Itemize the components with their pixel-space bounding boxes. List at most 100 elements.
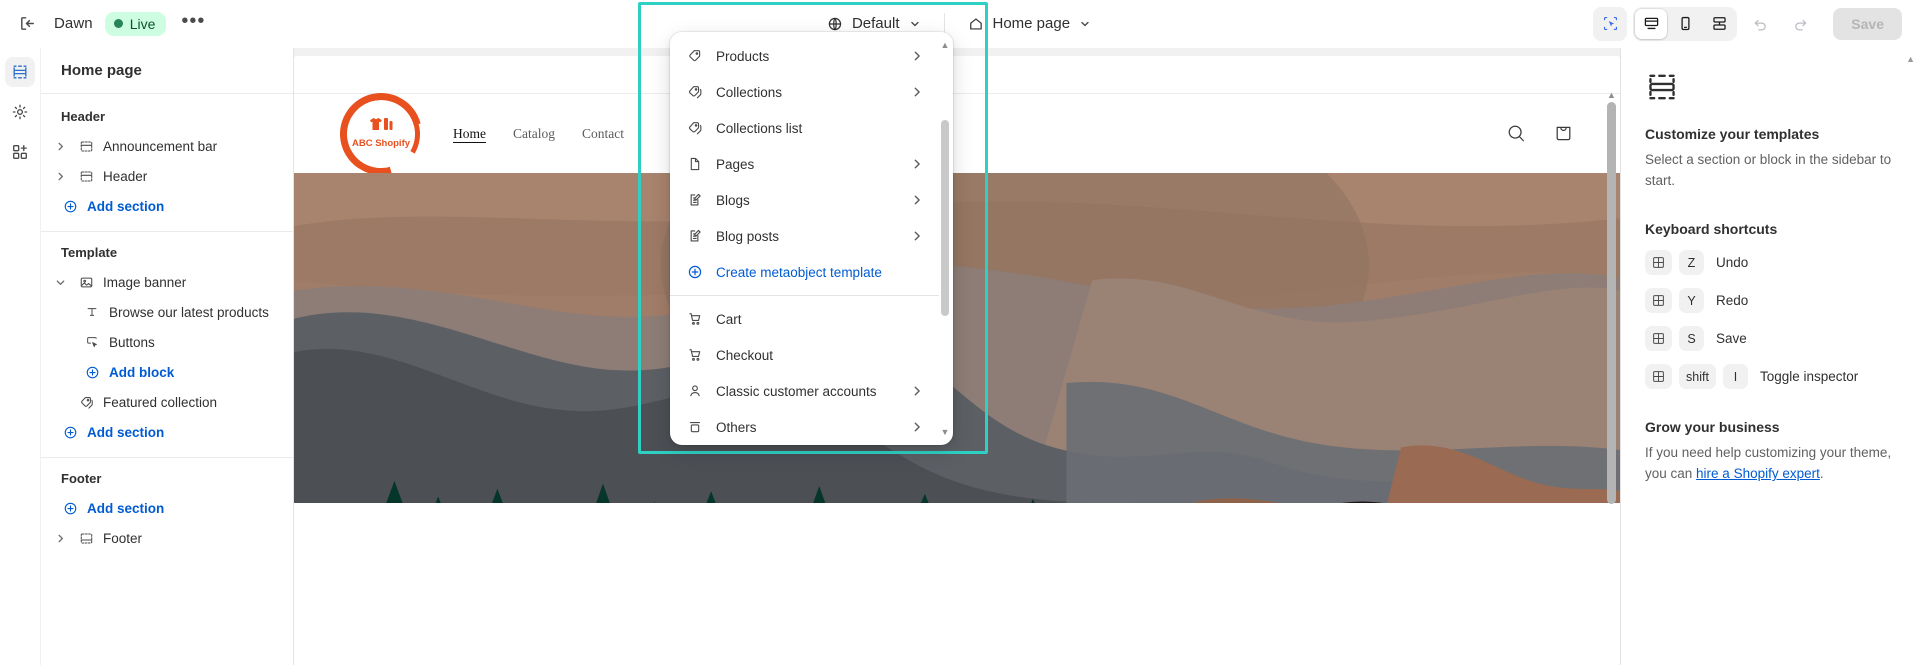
shortcut-key: I bbox=[1722, 364, 1748, 389]
page-selector-label: Home page bbox=[992, 15, 1071, 32]
plus-circle-icon bbox=[686, 264, 703, 280]
tree-row[interactable]: Header bbox=[49, 161, 285, 191]
store-nav-home[interactable]: Home bbox=[453, 126, 486, 142]
menu-item-label: Checkout bbox=[716, 347, 774, 363]
settings-gear-icon[interactable] bbox=[5, 97, 35, 127]
tree-row[interactable]: Announcement bar bbox=[49, 131, 285, 161]
more-options-button[interactable]: ••• bbox=[176, 7, 210, 41]
redo-icon[interactable] bbox=[1783, 7, 1817, 41]
chevron-down-icon bbox=[908, 18, 920, 30]
shortcut-row-redo: Y Redo bbox=[1645, 288, 1894, 313]
chevron-right-icon[interactable] bbox=[51, 167, 69, 185]
undo-icon[interactable] bbox=[1743, 7, 1777, 41]
page-title: Home page bbox=[41, 48, 293, 94]
section-placeholder-icon bbox=[1645, 70, 1894, 104]
store-nav-catalog[interactable]: Catalog bbox=[513, 126, 555, 142]
menu-item-checkout[interactable]: Checkout bbox=[676, 337, 933, 373]
menu-item-collections-list[interactable]: Collections list bbox=[676, 110, 933, 146]
inspector-scrollbar[interactable]: ▲ bbox=[1906, 54, 1915, 659]
chevron-down-icon bbox=[1079, 18, 1091, 30]
add-block-button[interactable]: Add block bbox=[49, 357, 285, 387]
page-selector[interactable]: Home page bbox=[956, 9, 1102, 38]
preview-scrollbar[interactable]: ▲ bbox=[1607, 90, 1616, 665]
left-icon-rail bbox=[0, 48, 41, 665]
hire-shopify-expert-link[interactable]: hire a Shopify expert bbox=[1696, 466, 1820, 481]
tree-row-label: Header bbox=[103, 168, 148, 184]
fullscreen-icon[interactable] bbox=[1703, 9, 1735, 39]
chevron-right-icon bbox=[911, 194, 923, 206]
globe-icon bbox=[827, 16, 843, 32]
cart-icon bbox=[686, 311, 703, 327]
collection-tag-icon bbox=[686, 120, 703, 136]
preview-scrollbar-thumb[interactable] bbox=[1607, 102, 1616, 504]
add-section-button[interactable]: Add section bbox=[49, 191, 285, 221]
status-dot bbox=[113, 19, 123, 28]
apps-icon[interactable] bbox=[5, 137, 35, 167]
device-toggle-group bbox=[1633, 6, 1738, 41]
scroll-up-arrow-icon[interactable]: ▲ bbox=[1906, 54, 1915, 64]
exit-icon[interactable] bbox=[10, 7, 44, 41]
add-section-button[interactable]: Add section bbox=[49, 417, 285, 447]
tree-row-label: Add block bbox=[109, 364, 175, 380]
menu-item-create-metaobject-template[interactable]: Create metaobject template bbox=[676, 254, 933, 290]
tree-row[interactable]: Footer bbox=[49, 523, 285, 553]
plus-circle-icon bbox=[61, 199, 79, 214]
menu-item-classic-customer-accounts[interactable]: Classic customer accounts bbox=[676, 373, 933, 409]
logo-glyphs-icon bbox=[352, 116, 410, 131]
cart-icon bbox=[686, 347, 703, 363]
tree-row-label: Image banner bbox=[103, 274, 187, 290]
chevron-right-icon bbox=[911, 86, 923, 98]
announcement-bar[interactable] bbox=[294, 56, 1620, 94]
desktop-icon[interactable] bbox=[1635, 8, 1668, 39]
chevron-right-icon[interactable] bbox=[51, 529, 69, 547]
menu-item-blog-posts[interactable]: Blog posts bbox=[676, 218, 933, 254]
dropdown-scrollbar[interactable]: ▲ ▼ bbox=[941, 40, 950, 437]
chevron-right-icon bbox=[911, 385, 923, 397]
save-button[interactable]: Save bbox=[1833, 7, 1902, 40]
menu-item-collections[interactable]: Collections bbox=[676, 74, 933, 110]
tree-row[interactable]: Image banner bbox=[49, 267, 285, 297]
menu-item-others[interactable]: Others bbox=[676, 409, 933, 439]
sections-icon[interactable] bbox=[5, 57, 35, 87]
tree-row-label: Buttons bbox=[109, 334, 155, 350]
shopping-bag-icon[interactable] bbox=[1553, 123, 1574, 144]
search-icon[interactable] bbox=[1506, 123, 1527, 144]
command-key-icon bbox=[1645, 288, 1672, 313]
chevron-right-icon[interactable] bbox=[51, 137, 69, 155]
inspector-panel: Customize your templates Select a sectio… bbox=[1620, 48, 1918, 665]
shortcut-key: shift bbox=[1679, 364, 1716, 389]
select-tool-icon[interactable] bbox=[1593, 6, 1628, 41]
chevron-down-icon[interactable] bbox=[51, 273, 69, 291]
image-banner[interactable] bbox=[294, 173, 1620, 503]
tree-row[interactable]: Featured collection bbox=[49, 387, 285, 417]
menu-item-pages[interactable]: Pages bbox=[676, 146, 933, 182]
tree-group-template: Template Image banner Browse our latest … bbox=[41, 231, 293, 457]
shortcut-label: Save bbox=[1716, 331, 1747, 346]
tree-row[interactable]: Buttons bbox=[49, 327, 285, 357]
store-nav-contact[interactable]: Contact bbox=[582, 126, 624, 142]
section-tree: Header Announcement bar Header Add secti… bbox=[41, 94, 293, 665]
menu-item-cart[interactable]: Cart bbox=[676, 301, 933, 337]
menu-item-products[interactable]: Products bbox=[676, 38, 933, 74]
tree-row-label: Add section bbox=[87, 198, 165, 214]
menu-separator bbox=[670, 295, 939, 296]
dropdown-scroll-area: Products Collections Collections list Pa… bbox=[670, 38, 953, 439]
tree-row[interactable]: Browse our latest products bbox=[49, 297, 285, 327]
scroll-up-arrow-icon[interactable]: ▲ bbox=[1607, 90, 1616, 100]
store-preview[interactable]: ABC Shopify Home Catalog Contact ▲ bbox=[294, 56, 1620, 665]
add-section-button[interactable]: Add section bbox=[49, 493, 285, 523]
mobile-icon[interactable] bbox=[1669, 9, 1701, 39]
dropdown-scrollbar-thumb[interactable] bbox=[941, 120, 949, 316]
plus-circle-icon bbox=[83, 365, 101, 380]
logo-inner: ABC Shopify bbox=[352, 116, 410, 151]
menu-item-blogs[interactable]: Blogs bbox=[676, 182, 933, 218]
button-icon bbox=[83, 335, 101, 349]
sections-sidebar: Home page Header Announcement bar Header bbox=[41, 48, 294, 665]
body: Home page Header Announcement bar Header bbox=[0, 48, 1918, 665]
menu-item-label: Blogs bbox=[716, 192, 750, 208]
page-selector-dropdown[interactable]: Products Collections Collections list Pa… bbox=[670, 32, 953, 445]
tree-group-header: Header Announcement bar Header Add secti… bbox=[41, 96, 293, 231]
scroll-down-arrow-icon[interactable]: ▼ bbox=[941, 427, 950, 437]
tree-row-label: Footer bbox=[103, 530, 143, 546]
scroll-up-arrow-icon[interactable]: ▲ bbox=[941, 40, 950, 50]
